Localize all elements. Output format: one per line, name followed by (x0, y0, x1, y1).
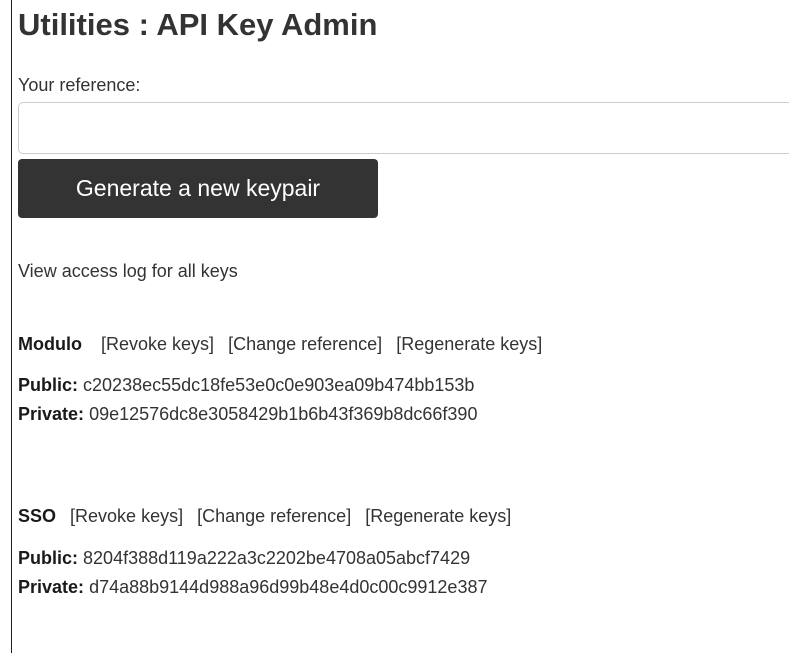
left-border-rule (11, 0, 12, 653)
regenerate-keys-link[interactable]: [Regenerate keys] (396, 334, 542, 354)
public-key-value: 8204f388d119a222a3c2202be4708a05abcf7429 (83, 548, 471, 568)
generate-keypair-button[interactable]: Generate a new keypair (18, 159, 378, 218)
public-key-line: Public: c20238ec55dc18fe53e0c0e903ea09b4… (18, 376, 542, 394)
key-entry-modulo: Modulo [Revoke keys] [Change reference] … (18, 335, 542, 423)
key-header: SSO [Revoke keys] [Change reference] [Re… (18, 507, 511, 525)
key-header: Modulo [Revoke keys] [Change reference] … (18, 335, 542, 353)
private-key-line: Private: 09e12576dc8e3058429b1b6b43f369b… (18, 405, 542, 423)
private-key-label: Private: (18, 404, 85, 424)
reference-input[interactable] (18, 102, 789, 154)
public-key-line: Public: 8204f388d119a222a3c2202be4708a05… (18, 549, 511, 567)
change-reference-link[interactable]: [Change reference] (228, 334, 382, 354)
private-key-label: Private: (18, 577, 85, 597)
key-name: SSO (18, 506, 57, 526)
regenerate-keys-link[interactable]: [Regenerate keys] (365, 506, 511, 526)
page-title: Utilities : API Key Admin (18, 7, 378, 42)
public-key-label: Public: (18, 375, 79, 395)
key-name: Modulo (18, 334, 82, 354)
view-access-log-link[interactable]: View access log for all keys (18, 262, 238, 280)
private-key-value: 09e12576dc8e3058429b1b6b43f369b8dc66f390 (89, 404, 478, 424)
private-key-value: d74a88b9144d988a96d99b48e4d0c00c9912e387 (89, 577, 488, 597)
change-reference-link[interactable]: [Change reference] (197, 506, 351, 526)
reference-label: Your reference: (18, 75, 141, 95)
revoke-keys-link[interactable]: [Revoke keys] (101, 334, 214, 354)
key-entry-sso: SSO [Revoke keys] [Change reference] [Re… (18, 507, 511, 596)
public-key-value: c20238ec55dc18fe53e0c0e903ea09b474bb153b (83, 375, 475, 395)
public-key-label: Public: (18, 548, 79, 568)
private-key-line: Private: d74a88b9144d988a96d99b48e4d0c00… (18, 578, 511, 596)
revoke-keys-link[interactable]: [Revoke keys] (70, 506, 183, 526)
main-content: Utilities : API Key Admin Your reference… (18, 0, 789, 653)
